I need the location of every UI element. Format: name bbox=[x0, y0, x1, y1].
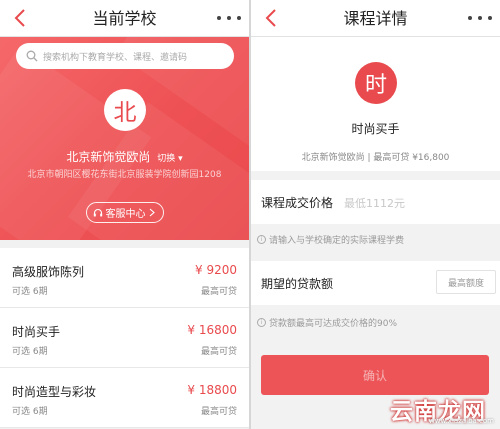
course-list: 高级服饰陈列 可选 6期 ¥ 9200 最高可贷 时尚买手 可选 6期 ¥ 16… bbox=[0, 248, 249, 428]
price-input[interactable]: 最低1112元 bbox=[344, 195, 405, 211]
chevron-down-icon: ▾ bbox=[175, 154, 183, 164]
course-item[interactable]: 时尚买手 可选 6期 ¥ 16800 最高可贷 bbox=[0, 308, 249, 368]
loan-field-row[interactable]: 期望的贷款额 最高额度 bbox=[251, 261, 500, 305]
course-name: 时尚造型与彩妆 bbox=[12, 385, 97, 399]
course-terms: 可选 6期 bbox=[12, 347, 48, 357]
watermark-url: www.xiazaiba.com bbox=[429, 417, 494, 425]
course-name: 高级服饰陈列 bbox=[12, 265, 85, 279]
price-field-row[interactable]: 课程成交价格 最低1112元 bbox=[251, 180, 500, 224]
more-icon[interactable] bbox=[217, 7, 241, 29]
course-item[interactable]: 高级服饰陈列 可选 6期 ¥ 9200 最高可贷 bbox=[0, 248, 249, 308]
chevron-right-icon bbox=[149, 208, 155, 217]
headset-icon bbox=[93, 208, 102, 216]
search-icon bbox=[26, 50, 38, 62]
search-placeholder: 搜索机构下教育学校、课程、邀请码 bbox=[43, 52, 188, 63]
right-navbar: 课程详情 bbox=[251, 0, 500, 37]
switch-school-link[interactable]: 切换 ▾ bbox=[157, 154, 182, 164]
course-item[interactable]: 时尚造型与彩妆 可选 6期 ¥ 18800 最高可贷 bbox=[0, 368, 249, 428]
page-title: 当前学校 bbox=[92, 9, 157, 28]
course-price-caption: 最高可贷 bbox=[200, 287, 237, 297]
course-terms: 可选 6期 bbox=[12, 407, 48, 417]
school-name: 北京新饰觉欧尚 bbox=[66, 150, 151, 164]
course-price-caption: 最高可贷 bbox=[200, 407, 237, 417]
course-title: 时尚买手 bbox=[351, 122, 400, 136]
school-header: 搜索机构下教育学校、课程、邀请码 北 北京新饰觉欧尚 切换 ▾ 北京市朝阳区樱花… bbox=[0, 37, 249, 240]
school-logo: 北 bbox=[104, 89, 146, 131]
course-meta: 北京新饰觉欧尚 | 最高可贷 ¥16,800 bbox=[301, 153, 450, 163]
loan-hint: i 贷款额最高可达成交价格的90% bbox=[257, 316, 397, 329]
customer-service-button[interactable]: 客服中心 bbox=[86, 202, 164, 223]
school-name-row: 北京新饰觉欧尚 切换 ▾ bbox=[0, 148, 249, 165]
school-logo-char: 北 bbox=[113, 100, 137, 126]
course-logo: 时 bbox=[355, 62, 397, 104]
course-logo-char: 时 bbox=[364, 73, 387, 98]
course-name: 时尚买手 bbox=[12, 325, 61, 339]
page-title: 课程详情 bbox=[343, 9, 408, 28]
course-header: 时 时尚买手 北京新饰觉欧尚 | 最高可贷 ¥16,800 bbox=[251, 37, 500, 171]
info-icon: i bbox=[257, 318, 266, 327]
confirm-label: 确认 bbox=[362, 368, 387, 383]
price-label: 课程成交价格 bbox=[261, 196, 334, 210]
loan-label: 期望的贷款额 bbox=[261, 277, 334, 291]
left-navbar: 当前学校 bbox=[0, 0, 249, 37]
course-price: ¥ 16800 bbox=[187, 323, 237, 337]
course-price-caption: 最高可贷 bbox=[200, 347, 237, 357]
current-school-screen: 当前学校 搜索机构下教育学校、课程、邀请码 北 北京新饰觉欧尚 切换 ▾ 北京市… bbox=[0, 0, 249, 429]
course-terms: 可选 6期 bbox=[12, 287, 48, 297]
service-label: 客服中心 bbox=[105, 209, 146, 220]
loan-hint-text: 贷款额最高可达成交价格的90% bbox=[269, 319, 398, 329]
price-hint-text: 请输入与学校确定的实际课程学费 bbox=[269, 236, 405, 246]
max-amount-button[interactable]: 最高额度 bbox=[436, 270, 496, 294]
school-address: 北京市朝阳区樱花东街北京服装学院创新园1208 bbox=[27, 170, 222, 180]
more-icon[interactable] bbox=[468, 7, 492, 29]
confirm-button[interactable]: 确认 bbox=[261, 355, 489, 395]
course-detail-screen: 课程详情 时 时尚买手 北京新饰觉欧尚 | 最高可贷 ¥16,800 课程成交价… bbox=[251, 0, 500, 429]
price-hint: i 请输入与学校确定的实际课程学费 bbox=[257, 233, 404, 246]
course-price: ¥ 9200 bbox=[195, 263, 237, 277]
search-input[interactable]: 搜索机构下教育学校、课程、邀请码 bbox=[16, 43, 234, 69]
course-price: ¥ 18800 bbox=[187, 383, 237, 397]
switch-label: 切换 bbox=[157, 154, 176, 164]
info-icon: i bbox=[257, 235, 266, 244]
